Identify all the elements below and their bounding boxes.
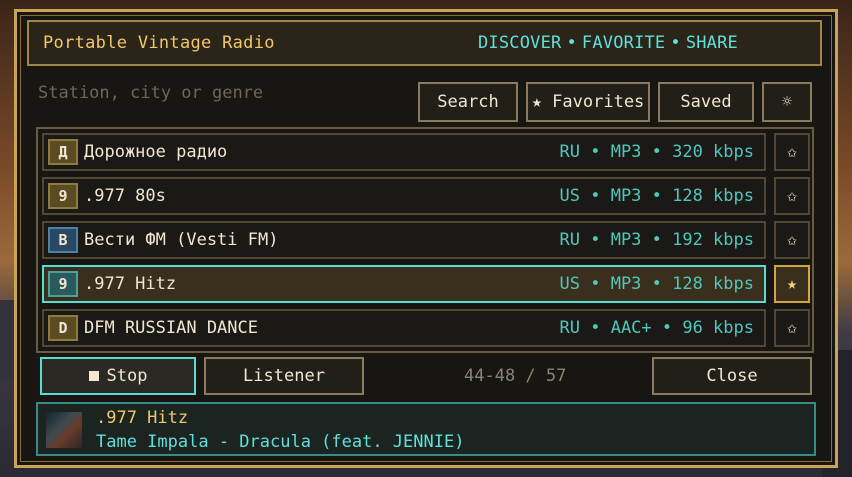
station-meta: US • MP3 • 128 kbps	[559, 274, 754, 294]
station-badge: 9	[48, 183, 78, 209]
star-outline-icon: ✩	[786, 318, 798, 338]
page-indicator: 44-48 / 57	[464, 366, 567, 386]
station-badge: В	[48, 227, 78, 253]
station-name: .977 Hitz	[84, 274, 177, 294]
station-badge: Д	[48, 139, 78, 165]
settings-button[interactable]: ☼	[762, 82, 812, 122]
station-badge: D	[48, 315, 78, 341]
station-row[interactable]: Д Дорожное радио RU • MP3 • 320 kbps	[42, 133, 766, 171]
station-badge: 9	[48, 271, 78, 297]
search-button[interactable]: Search	[418, 82, 518, 122]
favorite-star-button[interactable]: ✩	[774, 177, 810, 215]
now-playing-station: .977 Hitz	[96, 408, 189, 428]
stop-button[interactable]: Stop	[40, 357, 196, 395]
close-button[interactable]: Close	[652, 357, 812, 395]
station-row-selected[interactable]: 9 .977 Hitz US • MP3 • 128 kbps	[42, 265, 766, 303]
album-art	[46, 412, 82, 448]
station-meta: RU • MP3 • 192 kbps	[559, 230, 754, 250]
star-outline-icon: ✩	[786, 186, 798, 206]
star-outline-icon: ✩	[786, 230, 798, 250]
station-meta: RU • AAC+ • 96 kbps	[559, 318, 754, 338]
now-playing-track: Tame Impala - Dracula (feat. JENNIE)	[96, 432, 465, 452]
station-meta: US • MP3 • 128 kbps	[559, 186, 754, 206]
stop-icon	[88, 371, 99, 381]
saved-button[interactable]: Saved	[658, 82, 754, 122]
link-favorite[interactable]: FAVORITE	[582, 33, 665, 53]
now-playing-bar: .977 Hitz Tame Impala - Dracula (feat. J…	[36, 402, 816, 456]
station-name: DFM RUSSIAN DANCE	[84, 318, 258, 338]
star-filled-icon: ★	[786, 274, 798, 294]
station-row[interactable]: D DFM RUSSIAN DANCE RU • AAC+ • 96 kbps	[42, 309, 766, 347]
station-name: Дорожное радио	[84, 142, 228, 162]
favorite-star-button[interactable]: ✩	[774, 221, 810, 259]
link-separator: •	[566, 33, 577, 53]
favorite-star-button[interactable]: ★	[774, 265, 810, 303]
station-row[interactable]: 9 .977 80s US • MP3 • 128 kbps	[42, 177, 766, 215]
station-row[interactable]: В Вести ФМ (Vesti FM) RU • MP3 • 192 kbp…	[42, 221, 766, 259]
listener-button[interactable]: Listener	[204, 357, 364, 395]
window-title: Portable Vintage Radio	[43, 33, 275, 53]
favorite-star-button[interactable]: ✩	[774, 133, 810, 171]
favorites-button[interactable]: ★ Favorites	[526, 82, 650, 122]
station-name: Вести ФМ (Vesti FM)	[84, 230, 279, 250]
station-meta: RU • MP3 • 320 kbps	[559, 142, 754, 162]
station-name: .977 80s	[84, 186, 166, 206]
star-outline-icon: ✩	[786, 142, 798, 162]
header-links: DISCOVER • FAVORITE • SHARE	[478, 33, 738, 53]
search-input[interactable]	[38, 80, 408, 106]
link-share[interactable]: SHARE	[686, 33, 738, 53]
favorite-star-button[interactable]: ✩	[774, 309, 810, 347]
stop-label: Stop	[106, 366, 148, 386]
gear-icon: ☼	[781, 92, 793, 112]
link-separator: •	[670, 33, 681, 53]
title-bar: Portable Vintage Radio DISCOVER • FAVORITE…	[27, 20, 822, 66]
link-discover[interactable]: DISCOVER	[478, 33, 561, 53]
